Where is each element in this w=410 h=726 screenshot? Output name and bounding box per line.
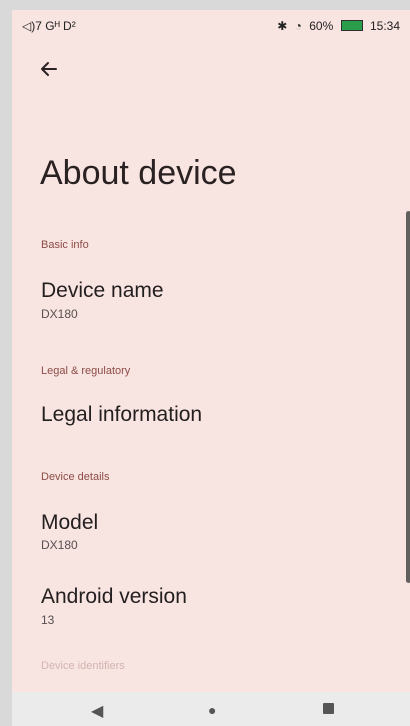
status-time: 15:34 [369, 19, 400, 33]
page-title: About device [40, 154, 237, 192]
section-basic-info: Basic info [41, 239, 89, 251]
status-bar: ◁)7 Gᴴ D² ✱ ◔ 60% 15:34 [12, 10, 410, 42]
bluetooth-icon: ✱ [277, 19, 288, 33]
wifi-icon: ◔ [294, 19, 302, 33]
device-name-value: DX180 [41, 307, 78, 321]
back-arrow-icon [41, 62, 57, 76]
model-value: DX180 [41, 538, 78, 552]
back-button[interactable] [38, 58, 60, 80]
legal-information-item[interactable]: Legal information [41, 403, 202, 427]
battery-icon [340, 20, 363, 31]
android-version-value: 13 [41, 613, 55, 627]
android-version-item[interactable]: Android version [41, 585, 187, 609]
nav-home-icon[interactable]: ● [208, 702, 216, 718]
navigation-bar: ◀ ● [12, 692, 410, 726]
section-device-details: Device details [41, 471, 110, 483]
battery-percent: 60% [309, 19, 334, 33]
scrollbar[interactable] [406, 211, 410, 583]
model-item[interactable]: Model [41, 511, 98, 535]
status-right: ✱ ◔ 60% 15:34 [273, 19, 400, 33]
device-name-item[interactable]: Device name [41, 279, 164, 303]
nav-recents-icon[interactable] [323, 703, 334, 714]
section-legal-regulatory: Legal & regulatory [41, 365, 131, 377]
about-device-screen: ◁)7 Gᴴ D² ✱ ◔ 60% 15:34 About device Bas… [12, 10, 410, 726]
status-left: ◁)7 Gᴴ D² [22, 19, 76, 33]
nav-back-icon[interactable]: ◀ [91, 701, 103, 721]
section-device-identifiers: Device identifiers [41, 660, 125, 672]
